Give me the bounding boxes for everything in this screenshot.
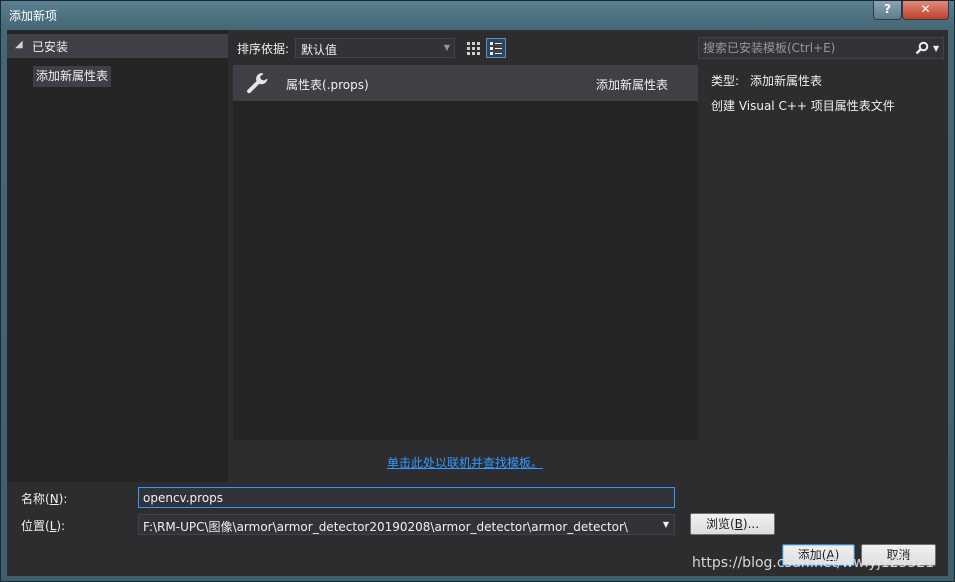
sort-value: 默认值: [301, 43, 338, 57]
name-field[interactable]: [138, 487, 675, 508]
close-button[interactable]: ✕: [902, 1, 949, 20]
location-label: 位置(L):: [21, 519, 66, 533]
grid-view-icon: [467, 42, 480, 55]
wrench-icon: [247, 73, 268, 94]
tree-item-add-property-sheet[interactable]: 添加新属性表: [33, 66, 112, 87]
template-name: 属性表(.props): [286, 78, 369, 92]
template-list: 属性表(.props) 添加新属性表: [233, 65, 698, 440]
template-category: 添加新属性表: [596, 78, 669, 92]
template-row-props[interactable]: 属性表(.props) 添加新属性表: [233, 65, 698, 101]
search-options-dropdown-icon[interactable]: ▼: [933, 44, 939, 53]
browse-button[interactable]: 浏览(B)...: [690, 513, 775, 535]
dialog-body: ◢ 已安装 添加新属性表 排序依据: 默认值 ▼ 搜索已安装模板(Ctrl+E)…: [7, 30, 948, 576]
name-label: 名称(N):: [21, 492, 68, 506]
title-bar[interactable]: 添加新项 ? ✕: [1, 1, 954, 28]
details-pane: 类型: 添加新属性表 创建 Visual C++ 项目属性表文件: [698, 65, 948, 482]
chevron-down-icon: ▼: [443, 43, 450, 52]
watermark-text: https://blog.csdn.net/wwlyj123321: [692, 555, 935, 571]
small-icons-view-button[interactable]: [463, 38, 483, 58]
tree-node-installed[interactable]: ◢ 已安装: [7, 34, 228, 58]
online-templates-link[interactable]: 单击此处以联机并查找模板。: [387, 454, 543, 471]
list-view-icon: [490, 42, 502, 55]
search-box[interactable]: ▼: [698, 37, 944, 59]
location-combobox[interactable]: F:\RM-UPC\图像\armor\armor_detector2019020…: [138, 514, 675, 535]
search-icon[interactable]: [915, 41, 929, 55]
collapse-triangle-icon[interactable]: ◢: [15, 39, 23, 50]
sort-dropdown[interactable]: 默认值 ▼: [295, 38, 455, 58]
template-description: 创建 Visual C++ 项目属性表文件: [711, 99, 895, 113]
search-input[interactable]: [703, 40, 903, 56]
location-value: F:\RM-UPC\图像\armor\armor_detector2019020…: [143, 520, 628, 534]
category-tree: ◢ 已安装 添加新属性表: [7, 30, 228, 482]
sort-label: 排序依据:: [237, 42, 290, 56]
dialog-window: 添加新项 ? ✕ ◢ 已安装 添加新属性表 排序依据: 默认值 ▼ 搜索已安装模…: [0, 0, 955, 582]
dialog-title: 添加新项: [9, 9, 58, 23]
type-label: 类型:: [711, 74, 740, 88]
chevron-down-icon[interactable]: ▼: [663, 520, 669, 529]
medium-icons-view-button[interactable]: [486, 38, 506, 58]
help-button[interactable]: ?: [873, 1, 902, 20]
tree-node-label: 已安装: [32, 40, 69, 54]
type-value: 添加新属性表: [750, 74, 823, 88]
